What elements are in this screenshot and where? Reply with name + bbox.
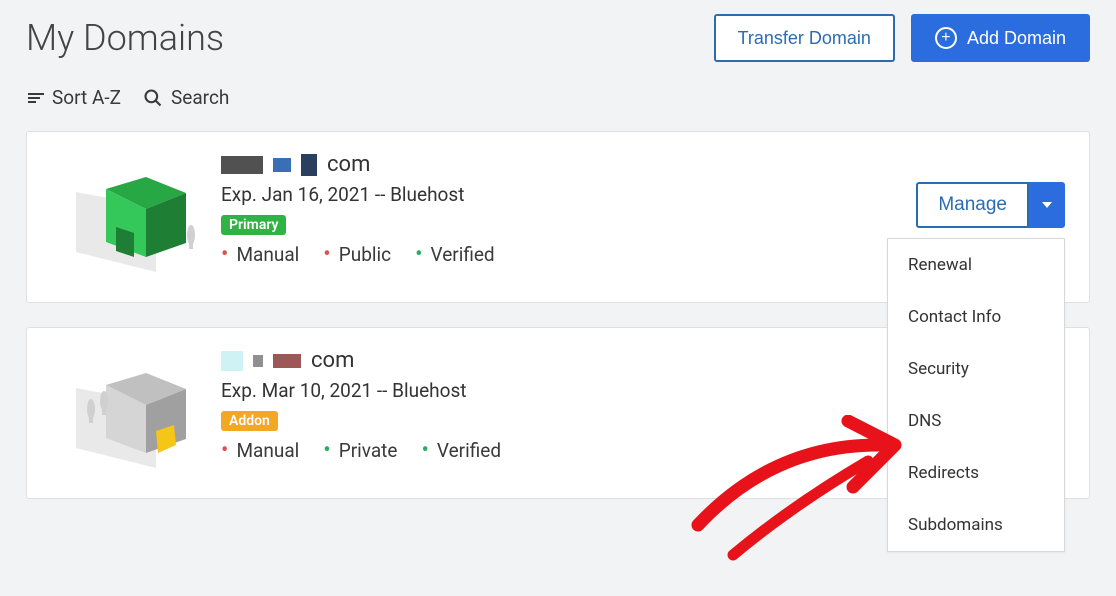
domain-thumbnail bbox=[51, 348, 211, 478]
manage-button[interactable]: Manage bbox=[916, 182, 1029, 228]
sort-label: Sort A-Z bbox=[52, 86, 121, 109]
dot-icon: • bbox=[421, 445, 428, 456]
header-actions: Transfer Domain + Add Domain bbox=[714, 14, 1090, 62]
domain-attr: •Manual bbox=[221, 243, 299, 266]
domain-tld: com bbox=[311, 348, 354, 373]
domain-attr: •Verified bbox=[421, 439, 501, 462]
domain-attr: •Private bbox=[323, 439, 397, 462]
domain-thumbnail bbox=[51, 152, 211, 282]
domain-attr: •Manual bbox=[221, 439, 299, 462]
dot-icon: • bbox=[221, 445, 228, 456]
dot-icon: • bbox=[323, 249, 330, 260]
sort-icon bbox=[28, 93, 44, 103]
redacted-text bbox=[221, 351, 243, 371]
redacted-text bbox=[301, 154, 317, 176]
manage-control: Manage bbox=[916, 182, 1065, 228]
dropdown-item-dns[interactable]: DNS bbox=[888, 395, 1064, 447]
dropdown-item-contact-info[interactable]: Contact Info bbox=[888, 291, 1064, 343]
add-domain-button[interactable]: + Add Domain bbox=[911, 14, 1090, 62]
manage-dropdown-menu: Renewal Contact Info Security DNS Redire… bbox=[887, 238, 1065, 552]
dot-icon: • bbox=[221, 249, 228, 260]
redacted-text bbox=[273, 354, 301, 368]
dot-icon: • bbox=[415, 249, 422, 260]
add-domain-label: Add Domain bbox=[967, 28, 1066, 49]
caret-down-icon bbox=[1042, 202, 1052, 208]
domain-badge-addon: Addon bbox=[221, 411, 278, 431]
dropdown-item-renewal[interactable]: Renewal bbox=[888, 239, 1064, 291]
domain-card: com Exp. Jan 16, 2021 -- Bluehost Primar… bbox=[26, 131, 1090, 303]
header: My Domains Transfer Domain + Add Domain bbox=[26, 14, 1090, 62]
plus-icon: + bbox=[935, 27, 957, 49]
dot-icon: • bbox=[323, 445, 330, 456]
page-title: My Domains bbox=[26, 17, 224, 59]
redacted-text bbox=[253, 355, 263, 367]
dropdown-item-redirects[interactable]: Redirects bbox=[888, 447, 1064, 499]
dropdown-item-subdomains[interactable]: Subdomains bbox=[888, 499, 1064, 551]
search-label: Search bbox=[171, 86, 229, 109]
dropdown-item-security[interactable]: Security bbox=[888, 343, 1064, 395]
domain-tld: com bbox=[327, 152, 370, 177]
toolbar: Sort A-Z Search bbox=[26, 86, 1090, 109]
domain-badge-primary: Primary bbox=[221, 215, 286, 235]
domain-name-line: com bbox=[221, 152, 1065, 177]
redacted-text bbox=[273, 158, 291, 172]
manage-dropdown-toggle[interactable] bbox=[1029, 182, 1065, 228]
redacted-text bbox=[221, 156, 263, 174]
domain-attr: •Public bbox=[323, 243, 391, 266]
transfer-domain-button[interactable]: Transfer Domain bbox=[714, 14, 895, 62]
search-icon bbox=[143, 88, 163, 108]
transfer-domain-label: Transfer Domain bbox=[738, 28, 871, 49]
sort-button[interactable]: Sort A-Z bbox=[28, 86, 121, 109]
search-button[interactable]: Search bbox=[143, 86, 229, 109]
domain-attr: •Verified bbox=[415, 243, 495, 266]
